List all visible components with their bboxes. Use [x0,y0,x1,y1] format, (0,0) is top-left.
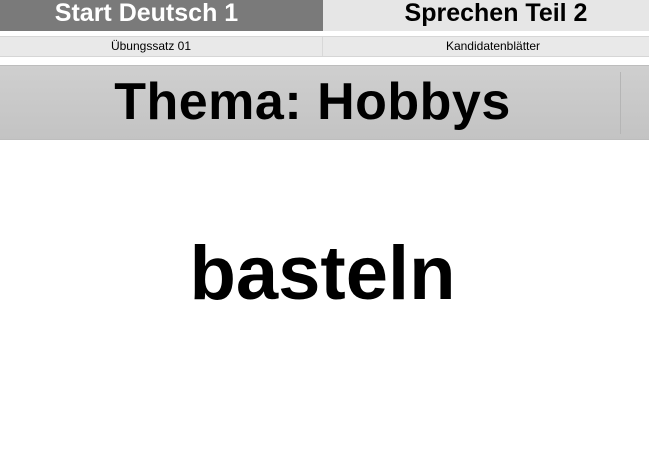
header-top-row: Start Deutsch 1 Sprechen Teil 2 [0,0,649,31]
exam-title: Start Deutsch 1 [0,0,323,31]
theme-band: Thema: Hobbys [0,65,649,140]
card-word: basteln [189,231,456,316]
band-divider [620,72,621,134]
header-sub-row: Übungssatz 01 Kandidatenblätter [0,36,649,57]
section-title: Sprechen Teil 2 [323,0,649,31]
exercise-set-label: Übungssatz 01 [0,37,323,56]
theme-title: Thema: Hobbys [114,73,511,131]
sheet-type-label: Kandidatenblätter [445,39,541,53]
